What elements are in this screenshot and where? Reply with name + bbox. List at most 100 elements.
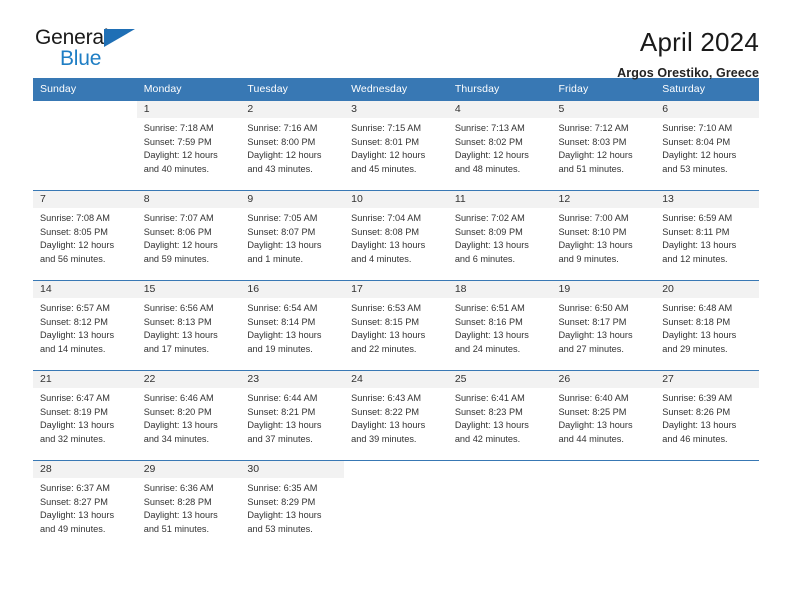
sunrise-text: Sunrise: 6:56 AM bbox=[143, 303, 214, 313]
sunset-text: Sunset: 8:17 PM bbox=[558, 316, 627, 327]
sunset-text: Sunset: 8:01 PM bbox=[351, 136, 420, 147]
sunrise-text: Sunrise: 6:36 AM bbox=[143, 483, 214, 493]
calendar-day-cell[interactable]: 23 Sunrise: 6:44 AM Sunset: 8:21 PM Dayligh… bbox=[240, 370, 345, 461]
weekday-header-wednesday: Wednesday bbox=[344, 78, 448, 101]
sunset-text: Sunset: 8:03 PM bbox=[558, 136, 627, 147]
calendar-day-cell[interactable]: 18 Sunrise: 6:51 AM Sunset: 8:16 PM Dayligh… bbox=[447, 280, 552, 371]
daylight-line2-text: and 1 minute. bbox=[247, 253, 304, 264]
calendar-day-cell[interactable]: 14 Sunrise: 6:57 AM Sunset: 8:12 PM Dayligh… bbox=[33, 280, 137, 371]
calendar-day-cell[interactable]: 19 Sunrise: 6:50 AM Sunset: 8:17 PM Dayligh… bbox=[551, 280, 656, 371]
day-number: 17 bbox=[344, 281, 448, 298]
day-number: 5 bbox=[551, 101, 656, 118]
day-details: Sunrise: 6:48 AM Sunset: 8:18 PM Daylight:… bbox=[655, 298, 759, 356]
daylight-line2-text: and 17 minutes. bbox=[143, 343, 210, 354]
calendar-day-cell[interactable]: 3 Sunrise: 7:15 AM Sunset: 8:01 PM Daylight… bbox=[344, 100, 448, 191]
daylight-line1-text: Daylight: 13 hours bbox=[558, 330, 633, 341]
calendar-day-cell[interactable]: 16 Sunrise: 6:54 AM Sunset: 8:14 PM Dayligh… bbox=[240, 280, 345, 371]
daylight-line1-text: Daylight: 13 hours bbox=[662, 240, 737, 251]
calendar-day-cell[interactable]: 13 Sunrise: 6:59 AM Sunset: 8:11 PM Dayligh… bbox=[655, 190, 759, 281]
calendar-day-cell[interactable]: 6 Sunrise: 7:10 AM Sunset: 8:04 PM Daylight… bbox=[655, 100, 759, 191]
sunrise-text: Sunrise: 6:57 AM bbox=[40, 303, 110, 313]
daylight-line2-text: and 51 minutes. bbox=[558, 163, 624, 174]
day-details: Sunrise: 6:41 AM Sunset: 8:23 PM Daylight:… bbox=[448, 388, 552, 446]
calendar-day-cell[interactable]: 26 Sunrise: 6:40 AM Sunset: 8:25 PM Dayligh… bbox=[551, 370, 656, 461]
sunrise-text: Sunrise: 6:43 AM bbox=[351, 393, 422, 403]
daylight-line2-text: and 37 minutes. bbox=[247, 433, 313, 444]
daylight-line2-text: and 4 minutes. bbox=[351, 253, 412, 264]
daylight-line1-text: Daylight: 13 hours bbox=[558, 240, 633, 251]
sunset-text: Sunset: 8:04 PM bbox=[662, 136, 731, 147]
calendar-day-cell[interactable]: 28 Sunrise: 6:37 AM Sunset: 8:27 PM Dayligh… bbox=[33, 460, 137, 551]
day-details: Sunrise: 7:04 AM Sunset: 8:08 PM Daylight:… bbox=[344, 208, 448, 266]
daylight-line1-text: Daylight: 13 hours bbox=[40, 420, 115, 431]
sunset-text: Sunset: 8:00 PM bbox=[247, 136, 316, 147]
calendar-day-cell[interactable]: 8 Sunrise: 7:07 AM Sunset: 8:06 PM Daylight… bbox=[136, 190, 241, 281]
calendar-day-cell[interactable]: 20 Sunrise: 6:48 AM Sunset: 8:18 PM Dayligh… bbox=[655, 280, 759, 371]
calendar-day-cell[interactable]: 2 Sunrise: 7:16 AM Sunset: 8:00 PM Daylight… bbox=[240, 100, 345, 191]
day-number: 30 bbox=[240, 461, 345, 478]
calendar-day-cell[interactable]: 29 Sunrise: 6:36 AM Sunset: 8:28 PM Dayligh… bbox=[136, 460, 241, 551]
daylight-line1-text: Daylight: 12 hours bbox=[143, 240, 218, 251]
calendar-day-cell[interactable]: 11 Sunrise: 7:02 AM Sunset: 8:09 PM Dayligh… bbox=[447, 190, 552, 281]
day-details: Sunrise: 6:47 AM Sunset: 8:19 PM Daylight:… bbox=[33, 388, 137, 446]
daylight-line2-text: and 6 minutes. bbox=[454, 253, 516, 264]
calendar-day-cell[interactable]: 7 Sunrise: 7:08 AM Sunset: 8:05 PM Daylight… bbox=[33, 190, 137, 281]
calendar-day-cell[interactable]: 22 Sunrise: 6:46 AM Sunset: 8:20 PM Dayligh… bbox=[136, 370, 241, 461]
day-details: Sunrise: 6:37 AM Sunset: 8:27 PM Daylight:… bbox=[33, 478, 137, 536]
day-number: 8 bbox=[136, 191, 241, 208]
day-details: Sunrise: 6:50 AM Sunset: 8:17 PM Daylight:… bbox=[552, 298, 656, 356]
calendar-day-cell[interactable]: 12 Sunrise: 7:00 AM Sunset: 8:10 PM Dayligh… bbox=[551, 190, 656, 281]
daylight-line2-text: and 44 minutes. bbox=[558, 433, 624, 444]
day-number: 28 bbox=[33, 461, 137, 478]
daylight-line1-text: Daylight: 13 hours bbox=[143, 420, 218, 431]
calendar-header-row: Sunday Monday Tuesday Wednesday Thursday… bbox=[33, 78, 759, 101]
page-header: General Blue April 2024 Argos Orestiko, … bbox=[0, 0, 792, 80]
calendar-week-row: 1 Sunrise: 7:18 AM Sunset: 7:59 PM Daylight… bbox=[33, 100, 759, 191]
weekday-header-tuesday: Tuesday bbox=[240, 78, 345, 101]
sunset-text: Sunset: 7:59 PM bbox=[143, 136, 212, 147]
daylight-line1-text: Daylight: 13 hours bbox=[454, 240, 529, 251]
day-details: Sunrise: 6:40 AM Sunset: 8:25 PM Daylight:… bbox=[552, 388, 656, 446]
daylight-line1-text: Daylight: 12 hours bbox=[351, 150, 426, 161]
weekday-header-friday: Friday bbox=[551, 78, 656, 101]
calendar-day-cell[interactable]: 15 Sunrise: 6:56 AM Sunset: 8:13 PM Dayligh… bbox=[136, 280, 241, 371]
daylight-line1-text: Daylight: 13 hours bbox=[558, 420, 633, 431]
calendar-day-cell[interactable]: 24 Sunrise: 6:43 AM Sunset: 8:22 PM Dayligh… bbox=[344, 370, 448, 461]
calendar-day-cell[interactable]: 25 Sunrise: 6:41 AM Sunset: 8:23 PM Dayligh… bbox=[447, 370, 552, 461]
day-details: Sunrise: 6:51 AM Sunset: 8:16 PM Daylight:… bbox=[448, 298, 552, 356]
sunset-text: Sunset: 8:13 PM bbox=[143, 316, 212, 327]
calendar-day-cell[interactable]: 4 Sunrise: 7:13 AM Sunset: 8:02 PM Daylight… bbox=[447, 100, 552, 191]
day-number: 7 bbox=[33, 191, 137, 208]
sunrise-text: Sunrise: 7:12 AM bbox=[558, 123, 629, 133]
daylight-line2-text: and 34 minutes. bbox=[143, 433, 210, 444]
sunrise-text: Sunrise: 6:53 AM bbox=[351, 303, 422, 313]
calendar-day-cell[interactable]: 17 Sunrise: 6:53 AM Sunset: 8:15 PM Dayligh… bbox=[344, 280, 448, 371]
daylight-line2-text: and 40 minutes. bbox=[143, 163, 210, 174]
daylight-line2-text: and 59 minutes. bbox=[143, 253, 210, 264]
sunset-text: Sunset: 8:21 PM bbox=[247, 406, 316, 417]
calendar-day-cell[interactable]: 10 Sunrise: 7:04 AM Sunset: 8:08 PM Dayligh… bbox=[344, 190, 448, 281]
sunrise-text: Sunrise: 6:44 AM bbox=[247, 393, 318, 403]
day-number: 18 bbox=[447, 281, 552, 298]
day-details: Sunrise: 7:05 AM Sunset: 8:07 PM Daylight:… bbox=[240, 208, 344, 266]
sunrise-text: Sunrise: 6:59 AM bbox=[662, 213, 733, 223]
weekday-header-thursday: Thursday bbox=[447, 78, 552, 101]
calendar-day-cell[interactable]: 27 Sunrise: 6:39 AM Sunset: 8:26 PM Dayligh… bbox=[655, 370, 759, 461]
day-details: Sunrise: 6:44 AM Sunset: 8:21 PM Daylight:… bbox=[240, 388, 344, 446]
weekday-header-sunday: Sunday bbox=[33, 78, 137, 101]
daylight-line1-text: Daylight: 12 hours bbox=[143, 150, 218, 161]
logo-text-general: General bbox=[35, 26, 109, 49]
calendar-day-cell[interactable]: 9 Sunrise: 7:05 AM Sunset: 8:07 PM Daylight… bbox=[240, 190, 345, 281]
sunset-text: Sunset: 8:11 PM bbox=[662, 226, 730, 237]
calendar-day-cell[interactable]: 1 Sunrise: 7:18 AM Sunset: 7:59 PM Daylight… bbox=[136, 100, 241, 191]
day-number: 25 bbox=[447, 371, 552, 388]
sunset-text: Sunset: 8:28 PM bbox=[143, 496, 212, 507]
calendar-day-cell[interactable]: 30 Sunrise: 6:35 AM Sunset: 8:29 PM Dayligh… bbox=[240, 460, 345, 551]
day-number: 2 bbox=[240, 101, 345, 118]
day-details: Sunrise: 6:35 AM Sunset: 8:29 PM Daylight:… bbox=[240, 478, 344, 536]
sunset-text: Sunset: 8:26 PM bbox=[662, 406, 731, 417]
daylight-line2-text: and 12 minutes. bbox=[662, 253, 728, 264]
sunrise-text: Sunrise: 6:35 AM bbox=[247, 483, 318, 493]
calendar-day-cell[interactable]: 21 Sunrise: 6:47 AM Sunset: 8:19 PM Dayligh… bbox=[33, 370, 137, 461]
calendar-day-cell[interactable]: 5 Sunrise: 7:12 AM Sunset: 8:03 PM Daylight… bbox=[551, 100, 656, 191]
